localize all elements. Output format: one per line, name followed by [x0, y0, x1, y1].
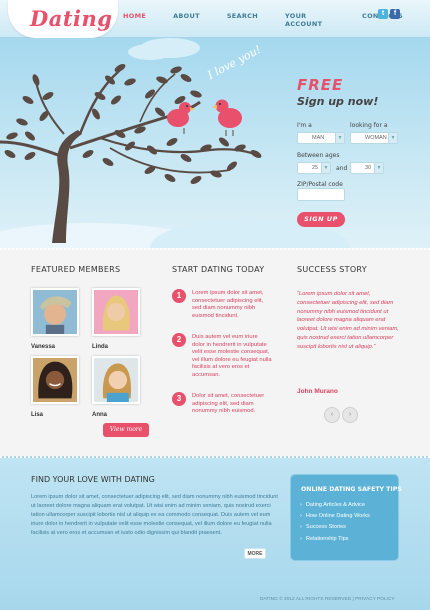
age-from-value: 25: [312, 165, 319, 171]
hero-banner: I love you! FREE Sign up now! I'm a look…: [0, 38, 430, 248]
bullet-arrow-icon: ›: [300, 502, 302, 508]
step-number: 2: [172, 333, 186, 347]
and-label: and: [336, 165, 348, 172]
tip-link[interactable]: › Dating Articles & Advice: [300, 502, 370, 508]
safety-tips-title: ONLINE DATING SAFETY TIPS: [301, 486, 402, 493]
age-to-value: 30: [365, 165, 372, 171]
chevron-down-icon: ▼: [374, 163, 383, 173]
signup-title: Sign up now!: [297, 95, 379, 108]
story-author: John Murano: [297, 388, 338, 395]
member-photo: [92, 288, 140, 336]
free-label: FREE: [297, 76, 344, 94]
member-name: Vanessa: [31, 344, 56, 350]
tip-link[interactable]: › Relationship Tips: [300, 536, 370, 542]
view-more-button[interactable]: View more: [103, 423, 149, 437]
looking-for-select[interactable]: WOMAN ▼: [350, 132, 398, 144]
tip-link[interactable]: › Success Stories: [300, 524, 370, 530]
chevron-down-icon: ▼: [335, 133, 344, 143]
member-card[interactable]: Anna: [92, 356, 140, 418]
chevron-down-icon: ▼: [388, 133, 397, 143]
next-arrow-icon[interactable]: ›: [342, 407, 358, 423]
step-text: Duis autem vel eum iriure dolor in hendr…: [192, 334, 272, 378]
facebook-icon[interactable]: f: [390, 9, 400, 19]
zip-input[interactable]: [297, 188, 345, 201]
step-number: 3: [172, 392, 186, 406]
member-card[interactable]: Lisa: [31, 356, 79, 418]
age-from-select[interactable]: 25 ▼: [297, 162, 331, 174]
start-dating-title: START DATING TODAY: [172, 265, 265, 274]
zip-label: ZIP/Postal code: [297, 181, 343, 188]
chevron-down-icon: ▼: [321, 163, 330, 173]
looking-for-label: looking for a: [350, 122, 388, 129]
member-photo: [31, 356, 79, 404]
success-story-title: SUCCESS STORY: [297, 265, 367, 274]
nav-about[interactable]: ABOUT: [173, 12, 200, 28]
member-name: Linda: [92, 344, 108, 350]
step-text: Dolor sit amet, consectetuer adipiscing …: [192, 393, 265, 415]
ages-label: Between ages: [297, 152, 340, 159]
signup-form: FREE Sign up now!: [297, 76, 422, 108]
love-tree-illustration: [0, 38, 262, 243]
gender-select[interactable]: MAN ▼: [297, 132, 345, 144]
find-love-text: Lorem ipsum dolor sit amet, consectetuer…: [31, 494, 278, 536]
age-to-select[interactable]: 30 ▼: [350, 162, 384, 174]
step-text: Lorem ipsum dolor sit amet, consectetuer…: [192, 290, 264, 319]
member-card[interactable]: Vanessa: [31, 288, 79, 350]
footer-copyright: DATING © 2012 ALL RIGHTS RESERVED | PRIV…: [260, 597, 395, 602]
step-number: 1: [172, 289, 186, 303]
looking-for-value: WOMAN: [365, 135, 387, 141]
success-story-text: “Lorem ipsum dolor sit amet, consectetue…: [297, 291, 399, 350]
featured-members-title: FEATURED MEMBERS: [31, 265, 121, 274]
more-button[interactable]: MORE: [244, 548, 266, 559]
signup-button[interactable]: SIGN UP: [297, 212, 345, 227]
header: Dating HOME ABOUT SEARCH YOUR ACCOUNT CO…: [0, 0, 430, 38]
member-photo: [31, 288, 79, 336]
love-birds: [167, 99, 242, 136]
gender-label: I'm a: [297, 122, 312, 129]
bullet-arrow-icon: ›: [300, 513, 302, 520]
nav-search[interactable]: SEARCH: [227, 12, 258, 28]
nav-home[interactable]: HOME: [123, 12, 146, 28]
bullet-arrow-icon: ›: [300, 535, 302, 542]
find-love-title: FIND YOUR LOVE WITH DATING: [31, 475, 155, 484]
logo[interactable]: Dating: [30, 6, 112, 31]
twitter-icon[interactable]: t: [378, 9, 388, 19]
member-name: Anna: [92, 412, 107, 418]
member-name: Lisa: [31, 412, 44, 418]
member-card[interactable]: Linda: [92, 288, 140, 350]
member-photo: [92, 356, 140, 404]
bullet-arrow-icon: ›: [300, 524, 302, 531]
gender-value: MAN: [312, 135, 325, 141]
safety-tips-list: › Dating Articles & Advice › How Online Da…: [300, 502, 370, 547]
nav-your-account[interactable]: YOUR ACCOUNT: [285, 12, 335, 28]
tip-link[interactable]: › How Online Dating Works: [300, 513, 370, 519]
prev-arrow-icon[interactable]: ‹: [324, 407, 340, 423]
